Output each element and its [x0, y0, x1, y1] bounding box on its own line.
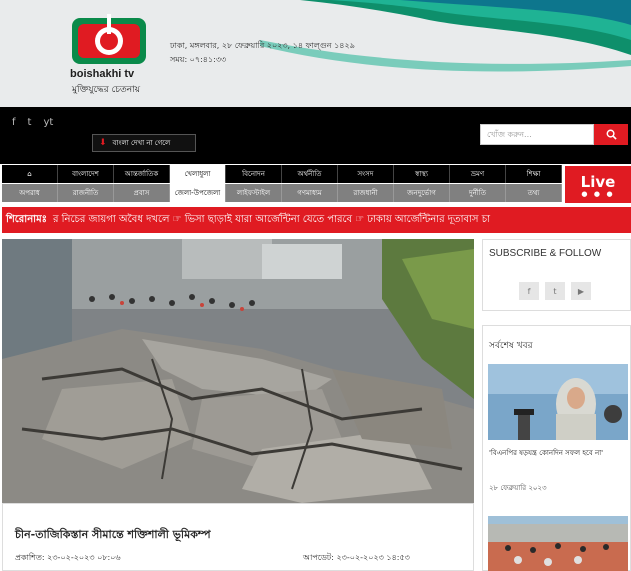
twitter-icon[interactable]: t [28, 117, 32, 128]
logo-wordmark: boishakhi tv [70, 68, 135, 80]
social-links: f t yt [12, 117, 53, 128]
font-download-button[interactable]: ⬇ বাংলা দেখা না গেলে [92, 134, 196, 152]
live-label: Live [580, 172, 616, 191]
latest-news-image[interactable] [488, 364, 628, 440]
nav-item-parliament[interactable]: সংসদ [338, 165, 394, 183]
nav-item-entertainment[interactable]: বিনোদন [226, 165, 282, 183]
search-icon [606, 129, 617, 140]
latest-news-date: ২৮ ফেব্রুয়ারি ২০২৩ [489, 484, 547, 492]
header-time: সময়: ০৭:৪১:৩৩ [170, 55, 227, 64]
earthquake-photo [2, 239, 474, 503]
nav-item-public-suffering[interactable]: জনদুর্ভোগ [394, 184, 450, 202]
search-input[interactable]: খোঁজ করুন... [480, 124, 594, 145]
nav-item-corruption[interactable]: দুর্নীতি [450, 184, 506, 202]
latest-news-caption[interactable]: 'বিএনপির ষড়যন্ত্র কোনদিন সফল হবে না' [489, 448, 627, 458]
nav-item-health[interactable]: স্বাস্থ্য [394, 165, 450, 183]
subscribe-social-links: f t ▶ [519, 282, 591, 300]
ticker-label: শিরোনামঃ [6, 213, 47, 225]
twitter-icon[interactable]: t [545, 282, 565, 300]
logo-tagline: মুক্তিযুদ্ধের চেতনায় [72, 85, 141, 95]
nav-item-probash[interactable]: প্রবাস [114, 184, 170, 202]
live-dots: ● ● ● [581, 189, 615, 198]
article-card: চীন-তাজিকিস্তান সীমান্তে শক্তিশালী ভূমিক… [2, 503, 474, 571]
nav-item-lifestyle[interactable]: লাইফস্টাইল [226, 184, 282, 202]
search-button[interactable] [594, 124, 628, 145]
site-header: boishakhi tv মুক্তিযুদ্ধের চেতনায় ঢাকা,… [0, 0, 631, 107]
main-nav: ⌂ বাংলাদেশ আন্তর্জাতিক খেলাধুলা বিনোদন অ… [2, 165, 562, 202]
nav-item-education[interactable]: শিক্ষা [506, 165, 562, 183]
nav-item-crime[interactable]: অপরাধ [2, 184, 58, 202]
latest-news-widget: সর্বশেষ খবর 'বিএনপির ষড়যন্ত্র কোনদিন সফ… [482, 325, 631, 571]
boishakhi-logo[interactable] [70, 12, 150, 68]
nav-item-district[interactable]: জেলা-উপজেলা [170, 184, 226, 202]
youtube-icon[interactable]: ▶ [571, 282, 591, 300]
nav-item-information[interactable]: তথ্য [506, 184, 562, 202]
speaker-photo [488, 364, 628, 440]
nav-item-economy[interactable]: অর্থনীতি [282, 165, 338, 183]
subscribe-widget: SUBSCRIBE & FOLLOW f t ▶ [482, 239, 631, 311]
nav-item-international[interactable]: আন্তর্জাতিক [114, 165, 170, 183]
nav-item-travel[interactable]: ভ্রমণ [450, 165, 506, 183]
download-icon: ⬇ [99, 138, 107, 148]
youtube-icon[interactable]: yt [43, 117, 53, 128]
nav-row-secondary: অপরাধ রাজনীতি প্রবাস জেলা-উপজেলা লাইফস্ট… [2, 184, 562, 202]
font-download-label: বাংলা দেখা না গেলে [112, 139, 171, 147]
subscribe-title: SUBSCRIBE & FOLLOW [489, 248, 602, 259]
nav-item-capital[interactable]: রাজধানী [338, 184, 394, 202]
ticker-text[interactable]: র নিচের জায়গা অবৈধ দখলে ☞ ভিসা ছাড়াই য… [53, 212, 490, 229]
article-hero-image[interactable] [2, 239, 474, 503]
latest-news-image-2[interactable] [488, 516, 628, 571]
live-button[interactable]: Live ● ● ● [565, 166, 631, 203]
latest-news-title: সর্বশেষ খবর [489, 341, 533, 351]
nav-home-icon[interactable]: ⌂ [2, 165, 58, 183]
article-title[interactable]: চীন-তাজিকিস্তান সীমান্তে শক্তিশালী ভূমিক… [15, 526, 211, 545]
nav-item-sports[interactable]: খেলাধুলা [170, 165, 226, 183]
header-date: ঢাকা, মঙ্গলবার, ২৮ ফেব্রুয়ারি ২০২৩, ১৪ … [170, 41, 355, 50]
top-bar: f t yt ⬇ বাংলা দেখা না গেলে খোঁজ করুন... [0, 107, 631, 164]
nav-item-politics[interactable]: রাজনীতি [58, 184, 114, 202]
updated-date: আপডেট: ২৩-০২-২০২৩ ১৪:৫৩ [303, 553, 410, 562]
facebook-icon[interactable]: f [12, 117, 16, 128]
facebook-icon[interactable]: f [519, 282, 539, 300]
headline-ticker[interactable]: শিরোনামঃ র নিচের জায়গা অবৈধ দখলে ☞ ভিসা… [2, 207, 631, 233]
nav-row-primary: ⌂ বাংলাদেশ আন্তর্জাতিক খেলাধুলা বিনোদন অ… [2, 165, 562, 183]
nav-item-media[interactable]: গণমাধ্যম [282, 184, 338, 202]
nav-item-bangladesh[interactable]: বাংলাদেশ [58, 165, 114, 183]
sports-photo [488, 516, 628, 571]
published-date: প্রকাশিত: ২৩-০২-২০২৩ ০৮:০৬ [15, 553, 121, 562]
